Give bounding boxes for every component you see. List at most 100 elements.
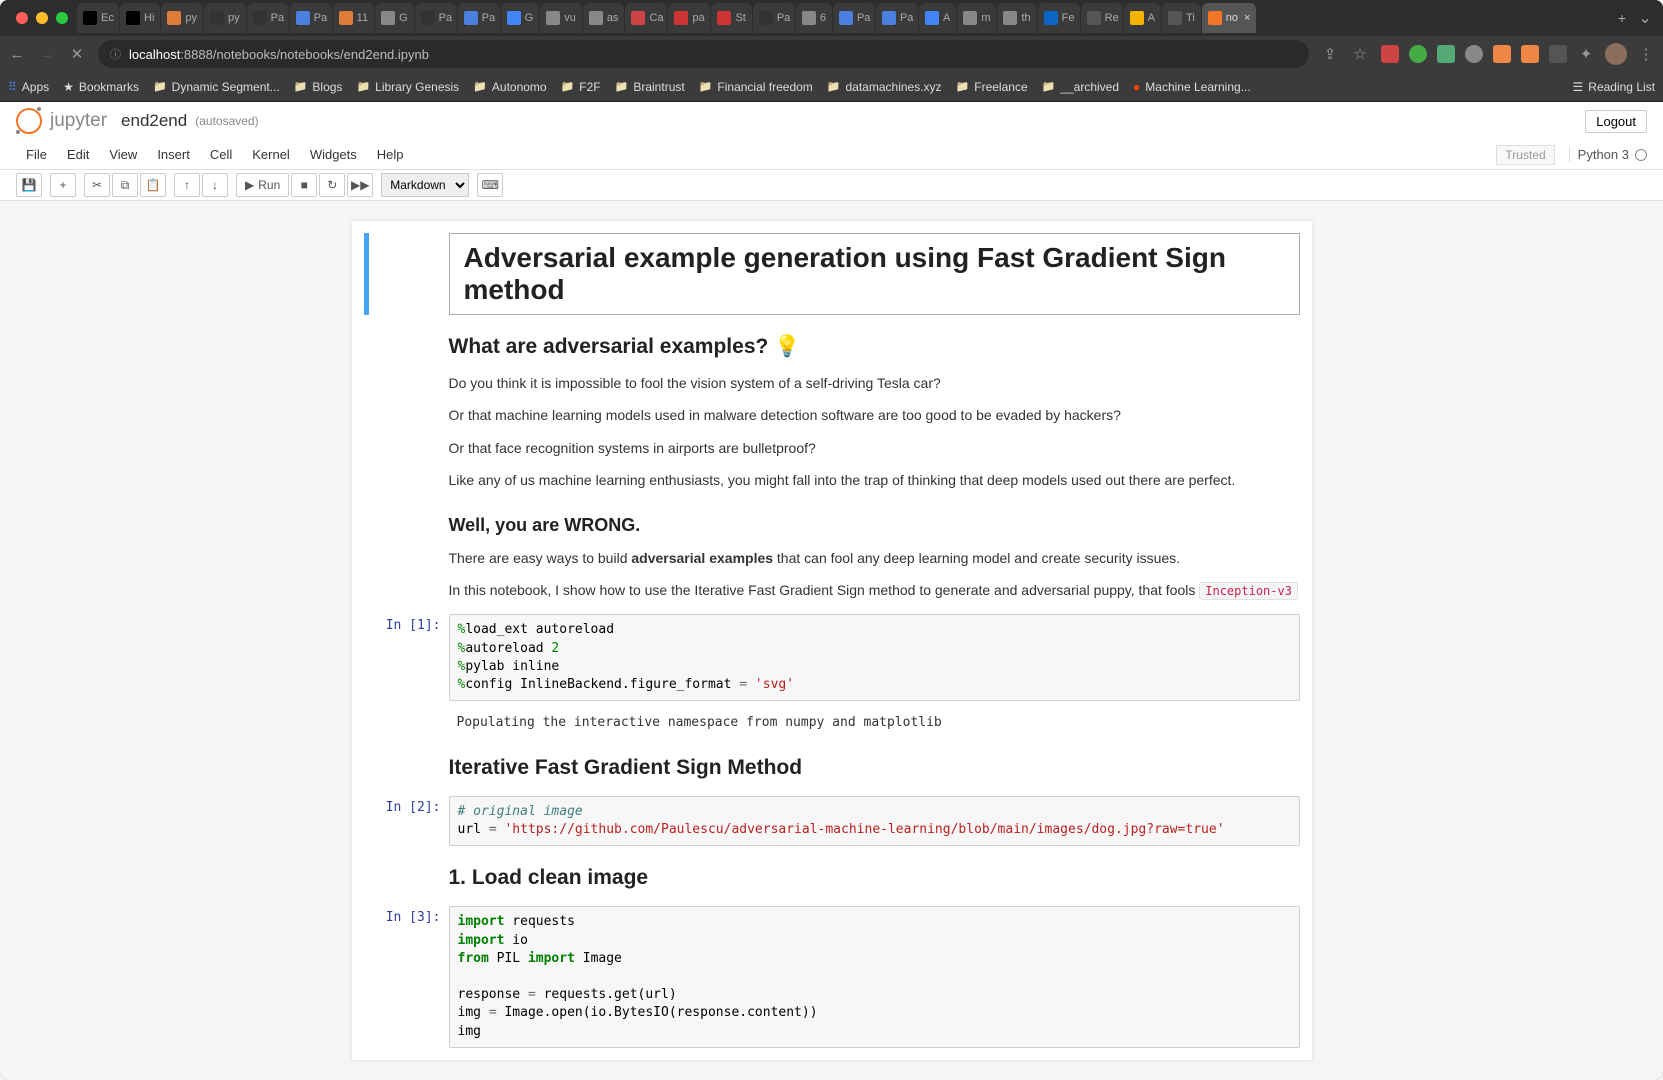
menu-file[interactable]: File: [16, 142, 57, 167]
browser-tab[interactable]: Pa: [290, 3, 332, 33]
window-close-button[interactable]: [16, 12, 28, 24]
command-palette-button[interactable]: ⌨: [477, 173, 503, 197]
bookmark-item[interactable]: ⠿Apps: [8, 80, 49, 94]
browser-tab[interactable]: as: [583, 3, 625, 33]
tab-close-icon[interactable]: ×: [1244, 12, 1250, 24]
browser-tab[interactable]: th: [997, 3, 1036, 33]
extension-icon[interactable]: [1549, 45, 1567, 63]
code-input-area[interactable]: %load_ext autoreload %autoreload 2 %pyla…: [449, 614, 1300, 701]
notebook-title[interactable]: end2end: [121, 111, 187, 131]
trusted-indicator[interactable]: Trusted: [1496, 145, 1554, 165]
browser-tab[interactable]: Hi: [120, 3, 160, 33]
code-cell[interactable]: In [1]: %load_ext autoreload %autoreload…: [360, 610, 1304, 705]
url-input[interactable]: ⓘ localhost:8888/notebooks/notebooks/end…: [98, 40, 1309, 68]
browser-tab[interactable]: 6: [796, 3, 832, 33]
browser-tab[interactable]: Pa: [458, 3, 500, 33]
bookmark-item[interactable]: 📁datamachines.xyz: [827, 80, 942, 94]
insert-cell-button[interactable]: +: [50, 173, 76, 197]
browser-tab[interactable]: G: [501, 3, 540, 33]
markdown-cell[interactable]: Adversarial example generation using Fas…: [360, 229, 1304, 319]
menu-help[interactable]: Help: [367, 142, 414, 167]
browser-tab[interactable]: Pa: [833, 3, 875, 33]
browser-tab[interactable]: G: [375, 3, 414, 33]
restart-button[interactable]: ↻: [319, 173, 345, 197]
markdown-cell[interactable]: Iterative Fast Gradient Sign Method: [360, 740, 1304, 792]
code-input-area[interactable]: # original image url = 'https://github.c…: [449, 796, 1300, 846]
share-icon[interactable]: ⇪: [1321, 45, 1339, 63]
code-input-area[interactable]: import requests import io from PIL impor…: [449, 906, 1300, 1047]
chrome-menu-icon[interactable]: ⋮: [1637, 45, 1655, 63]
markdown-cell[interactable]: 1. Load clean image: [360, 850, 1304, 902]
tab-list-dropdown[interactable]: ⌄: [1635, 8, 1655, 28]
menu-widgets[interactable]: Widgets: [300, 142, 367, 167]
profile-avatar-icon[interactable]: [1605, 43, 1627, 65]
cell-type-select[interactable]: Markdown: [381, 173, 469, 197]
browser-tab[interactable]: St: [711, 3, 751, 33]
extension-icon[interactable]: [1437, 45, 1455, 63]
extension-icon[interactable]: [1381, 45, 1399, 63]
extension-icon[interactable]: [1465, 45, 1483, 63]
bookmark-item[interactable]: 📁Autonomo: [473, 80, 546, 94]
code-cell[interactable]: In [2]: # original image url = 'https://…: [360, 792, 1304, 850]
reload-button[interactable]: ✕: [68, 45, 86, 63]
window-minimize-button[interactable]: [36, 12, 48, 24]
bookmark-item[interactable]: 📁Freelance: [956, 80, 1028, 94]
markdown-cell[interactable]: What are adversarial examples? 💡 Do you …: [360, 319, 1304, 501]
cut-button[interactable]: ✂: [84, 173, 110, 197]
bookmark-star-icon[interactable]: ☆: [1351, 45, 1369, 63]
browser-tab[interactable]: py: [161, 3, 203, 33]
browser-tab[interactable]: Fe: [1038, 3, 1080, 33]
paste-button[interactable]: 📋: [140, 173, 166, 197]
bookmark-item[interactable]: ●Machine Learning...: [1133, 80, 1251, 94]
new-tab-button[interactable]: +: [1610, 10, 1634, 26]
browser-tab[interactable]: no×: [1202, 3, 1257, 33]
extensions-menu-icon[interactable]: ✦: [1577, 45, 1595, 63]
bookmark-item[interactable]: 📁__archived: [1042, 80, 1119, 94]
interrupt-button[interactable]: ■: [291, 173, 317, 197]
restart-run-all-button[interactable]: ▶▶: [347, 173, 373, 197]
notebook-area[interactable]: Adversarial example generation using Fas…: [352, 221, 1312, 1060]
browser-tab[interactable]: m: [957, 3, 996, 33]
code-cell[interactable]: In [3]: import requests import io from P…: [360, 902, 1304, 1051]
run-button[interactable]: ▶ Run: [236, 173, 289, 197]
site-info-icon[interactable]: ⓘ: [110, 46, 121, 62]
browser-tab[interactable]: Pa: [753, 3, 795, 33]
browser-tab[interactable]: Pa: [415, 3, 457, 33]
back-button[interactable]: ←: [8, 46, 26, 63]
bookmark-item[interactable]: 📁Library Genesis: [356, 80, 459, 94]
browser-tab[interactable]: 11: [333, 3, 374, 33]
browser-tab[interactable]: Pa: [876, 3, 918, 33]
save-button[interactable]: 💾: [16, 173, 42, 197]
menu-cell[interactable]: Cell: [200, 142, 242, 167]
browser-tab[interactable]: Ec: [77, 3, 119, 33]
move-up-button[interactable]: ↑: [174, 173, 200, 197]
browser-tab[interactable]: pa: [668, 3, 710, 33]
menu-edit[interactable]: Edit: [57, 142, 99, 167]
window-maximize-button[interactable]: [56, 12, 68, 24]
bookmark-item[interactable]: 📁Financial freedom: [699, 80, 813, 94]
forward-button[interactable]: →: [38, 46, 56, 63]
bookmark-item[interactable]: ★Bookmarks: [63, 80, 139, 94]
browser-tab[interactable]: py: [204, 3, 246, 33]
menu-kernel[interactable]: Kernel: [242, 142, 300, 167]
extension-icon[interactable]: [1521, 45, 1539, 63]
copy-button[interactable]: ⧉: [112, 173, 138, 197]
jupyter-logo-icon[interactable]: [16, 108, 42, 134]
kernel-indicator[interactable]: Python 3: [1569, 147, 1647, 162]
menu-view[interactable]: View: [99, 142, 147, 167]
extension-icon[interactable]: [1409, 45, 1427, 63]
browser-tab[interactable]: A: [919, 3, 956, 33]
bookmark-item[interactable]: 📁Braintrust: [615, 80, 685, 94]
bookmark-item[interactable]: 📁F2F: [561, 80, 601, 94]
bookmark-item[interactable]: 📁Blogs: [294, 80, 343, 94]
markdown-cell[interactable]: Well, you are WRONG. There are easy ways…: [360, 501, 1304, 611]
move-down-button[interactable]: ↓: [202, 173, 228, 197]
browser-tab[interactable]: Ti: [1162, 3, 1201, 33]
browser-tab[interactable]: vu: [540, 3, 582, 33]
browser-tab[interactable]: Ca: [625, 3, 667, 33]
logout-button[interactable]: Logout: [1585, 110, 1647, 133]
menu-insert[interactable]: Insert: [147, 142, 200, 167]
browser-tab[interactable]: Pa: [247, 3, 289, 33]
extension-icon[interactable]: [1493, 45, 1511, 63]
bookmark-item[interactable]: 📁Dynamic Segment...: [153, 80, 280, 94]
